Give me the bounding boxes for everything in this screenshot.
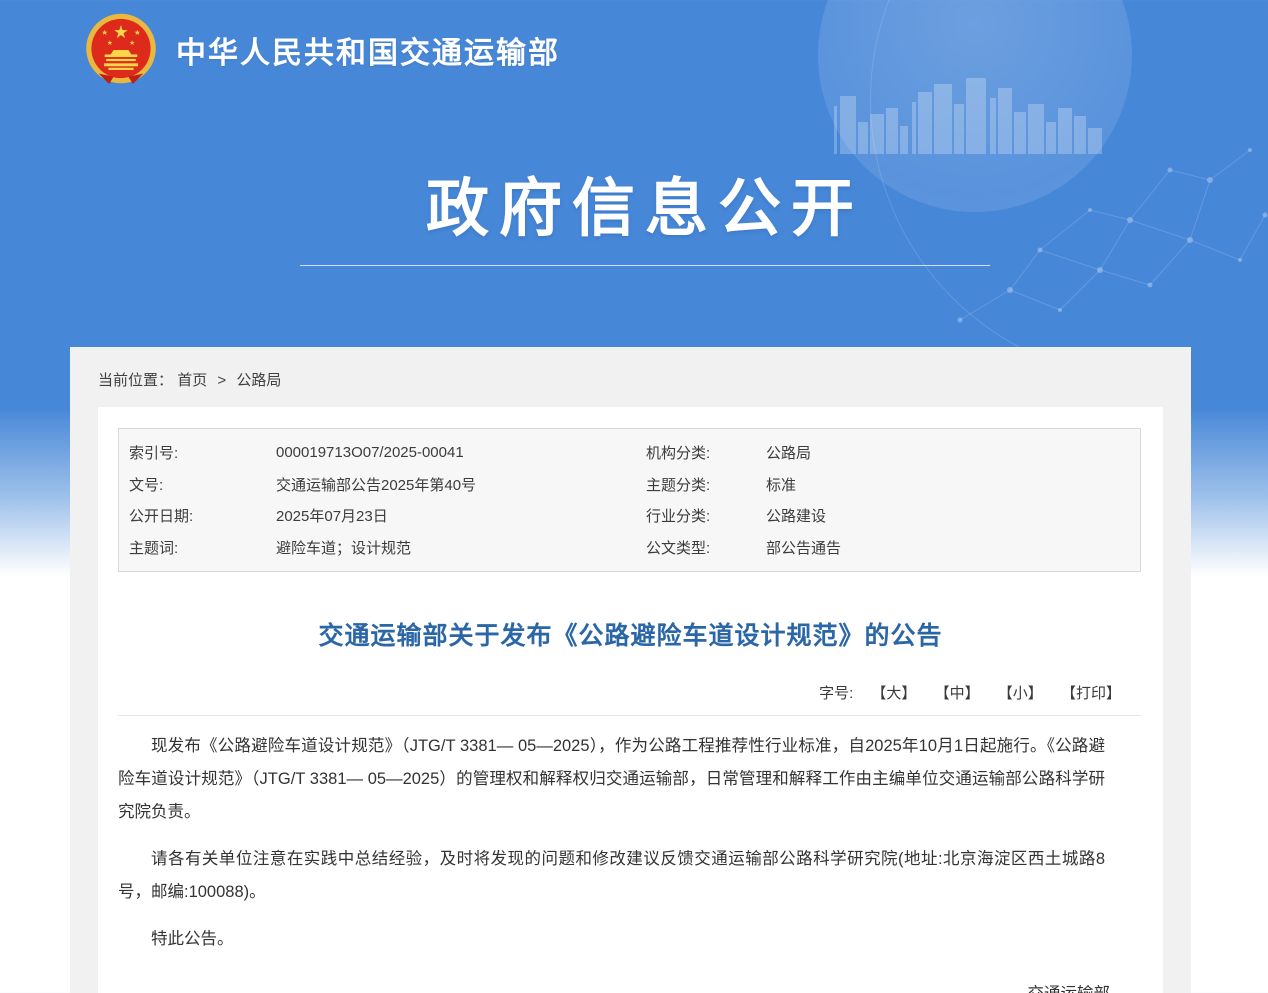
document-panel: 索引号: 000019713O07/2025-00041 机构分类: 公路局 文… [98,407,1163,993]
print-button[interactable]: 【打印】 [1061,685,1121,702]
divider [118,715,1141,716]
paragraph: 特此公告。 [118,923,1105,956]
meta-label-keywords: 主题词: [129,537,276,558]
svg-text:★: ★ [134,28,141,37]
svg-text:★: ★ [129,40,135,47]
meta-label-doc-no: 文号: [129,474,276,495]
breadcrumb-current-link[interactable]: 公路局 [236,372,281,389]
meta-value-keywords: 避险车道；设计规范 [276,537,646,558]
meta-label-index-no: 索引号: [129,442,276,463]
breadcrumb-label: 当前位置： [98,372,173,389]
svg-text:★: ★ [107,40,113,47]
site-title: 中华人民共和国交通运输部 [176,28,560,72]
banner-underline [300,265,990,266]
meta-value-industry-category: 公路建设 [766,505,1140,526]
meta-value-index-no: 000019713O07/2025-00041 [276,444,646,461]
font-size-small-button[interactable]: 【小】 [998,685,1043,702]
meta-label-industry-category: 行业分类: [646,505,766,526]
svg-text:★: ★ [101,28,108,37]
paragraph: 请各有关单位注意在实践中总结经验，及时将发现的问题和修改建议反馈交通运输部公路科… [118,843,1105,909]
paragraph: 现发布《公路避险车道设计规范》（JTG/T 3381— 05—2025），作为公… [118,730,1105,829]
breadcrumb-separator: > [217,372,226,389]
meta-row: 公开日期: 2025年07月23日 行业分类: 公路建设 [119,500,1140,532]
font-size-large-button[interactable]: 【大】 [871,685,916,702]
breadcrumb-home-link[interactable]: 首页 [177,372,207,389]
header-hero: ★ ★ ★ ★ ★ 中华人民共和国交通运输部 政府信息公开 [0,0,1268,347]
meta-value-doc-type: 部公告通告 [766,537,1140,558]
breadcrumb: 当前位置： 首页 > 公路局 [70,347,1191,390]
font-size-medium-button[interactable]: 【中】 [935,685,980,702]
meta-row: 索引号: 000019713O07/2025-00041 机构分类: 公路局 [119,437,1140,469]
meta-value-publish-date: 2025年07月23日 [276,505,646,526]
svg-text:★: ★ [113,22,129,42]
meta-value-topic-category: 标准 [766,474,1140,495]
banner-title: 政府信息公开 [0,158,1268,249]
meta-label-topic-category: 主题分类: [646,474,766,495]
meta-row: 主题词: 避险车道；设计规范 公文类型: 部公告通告 [119,532,1140,564]
meta-label-org-category: 机构分类: [646,442,766,463]
banner: 政府信息公开 [0,158,1268,266]
meta-value-doc-no: 交通运输部公告2025年第40号 [276,474,646,495]
document-body: 现发布《公路避险车道设计规范》（JTG/T 3381— 05—2025），作为公… [118,730,1143,956]
meta-label-doc-type: 公文类型: [646,537,766,558]
page-title: 交通运输部关于发布《公路避险车道设计规范》的公告 [118,616,1143,652]
signature: 交通运输部 [118,980,1143,993]
site-header: ★ ★ ★ ★ ★ 中华人民共和国交通运输部 [84,13,560,87]
content-container: 当前位置： 首页 > 公路局 索引号: 000019713O07/2025-00… [70,347,1191,993]
meta-row: 文号: 交通运输部公告2025年第40号 主题分类: 标准 [119,469,1140,501]
font-size-controls: 字号: 【大】 【中】 【小】 【打印】 [118,682,1143,703]
meta-value-org-category: 公路局 [766,442,1140,463]
national-emblem-icon: ★ ★ ★ ★ ★ [84,13,158,87]
document-meta-table: 索引号: 000019713O07/2025-00041 机构分类: 公路局 文… [118,428,1141,572]
font-size-label: 字号: [819,685,853,702]
meta-label-publish-date: 公开日期: [129,505,276,526]
